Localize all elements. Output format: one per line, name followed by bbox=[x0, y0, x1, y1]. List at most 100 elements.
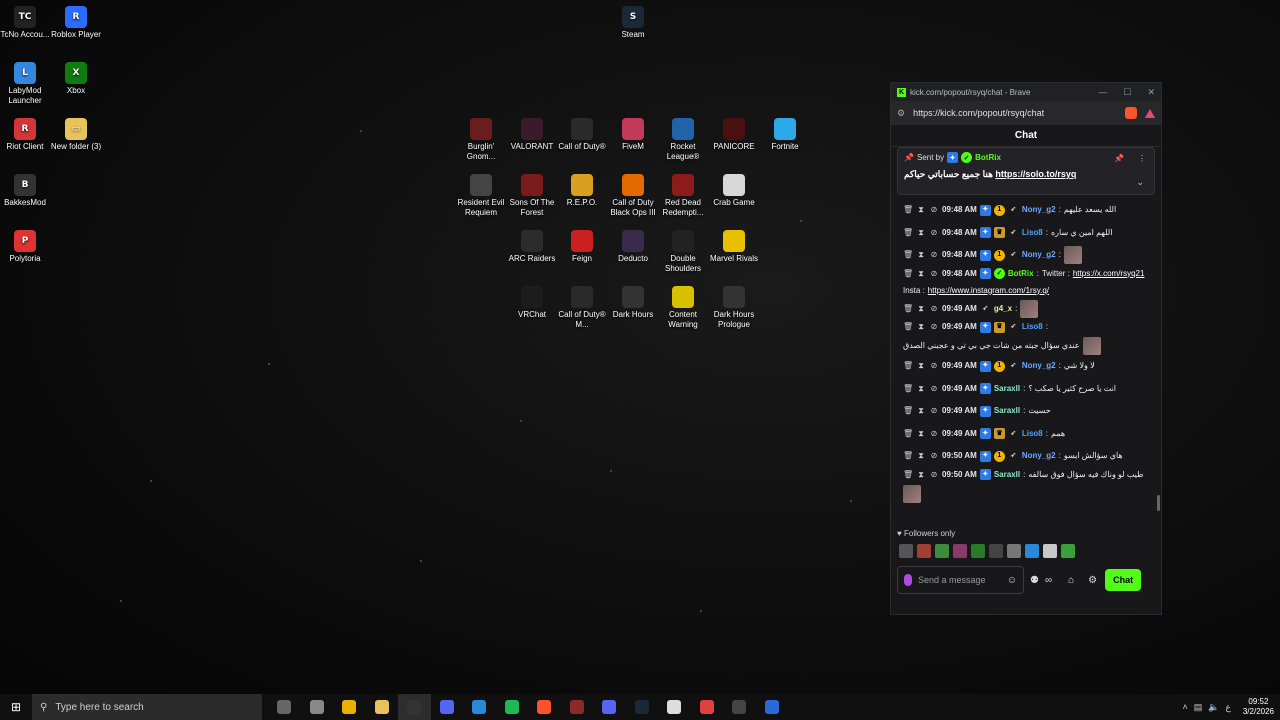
clock[interactable]: 09:52 3/2/2026 bbox=[1243, 697, 1274, 717]
quick-emote[interactable] bbox=[935, 544, 949, 558]
quick-emote[interactable] bbox=[917, 544, 931, 558]
brave-shield-icon[interactable] bbox=[1125, 107, 1137, 119]
more-options-icon[interactable]: ⋮ bbox=[1138, 154, 1146, 163]
desktop-icon-game[interactable]: Dark Hours Prologue bbox=[708, 286, 760, 330]
desktop-icon[interactable]: ▭ New folder (3) bbox=[50, 118, 102, 152]
windows-start-icon[interactable]: ⊞ bbox=[0, 700, 32, 714]
delete-icon[interactable]: 🗑 bbox=[903, 427, 913, 441]
volume-icon[interactable]: 🔈 bbox=[1208, 702, 1219, 713]
delete-icon[interactable]: 🗑 bbox=[903, 248, 913, 262]
desktop-icon-game[interactable]: Sons Of The Forest bbox=[506, 174, 558, 218]
message-username[interactable]: Liso8 bbox=[1022, 427, 1043, 441]
desktop-icon-game[interactable]: Call of Duty Black Ops III bbox=[607, 174, 659, 218]
desktop-icon[interactable]: L LabyMod Launcher bbox=[0, 62, 51, 106]
message-username[interactable]: Nony_g2 bbox=[1022, 248, 1056, 262]
users-icon[interactable]: ⚉ bbox=[1030, 575, 1039, 586]
timeout-icon[interactable]: ⧗ bbox=[916, 359, 926, 373]
desktop-icon[interactable]: X Xbox bbox=[50, 62, 102, 96]
taskbar-app-tcno[interactable] bbox=[723, 694, 756, 720]
taskbar-app-app-blue[interactable] bbox=[756, 694, 789, 720]
desktop-icon-steam[interactable]: S Steam bbox=[607, 6, 659, 40]
desktop-icon-game[interactable]: Call of Duty® bbox=[556, 118, 608, 152]
message-username[interactable]: Nony_g2 bbox=[1022, 449, 1056, 463]
desktop-icon-game[interactable]: Double Shoulders bbox=[657, 230, 709, 274]
ban-icon[interactable]: ⊘ bbox=[929, 404, 939, 418]
ban-icon[interactable]: ⊘ bbox=[929, 449, 939, 463]
message-link[interactable]: https://www.instagram.com/1rsy.q/ bbox=[928, 284, 1049, 298]
message-input[interactable]: Send a message ☺ bbox=[897, 566, 1024, 594]
quick-emote[interactable] bbox=[1043, 544, 1057, 558]
ban-icon[interactable]: ⊘ bbox=[929, 203, 939, 217]
desktop-icon-game[interactable]: Dark Hours bbox=[607, 286, 659, 320]
taskbar-search[interactable]: ⚲ Type here to search bbox=[32, 694, 262, 720]
timeout-icon[interactable]: ⧗ bbox=[916, 449, 926, 463]
timeout-icon[interactable]: ⧗ bbox=[916, 427, 926, 441]
message-username[interactable]: BotRix bbox=[1008, 267, 1034, 281]
ban-icon[interactable]: ⊘ bbox=[929, 382, 939, 396]
store-icon[interactable]: ⌂ bbox=[1068, 575, 1074, 586]
desktop-icon-game[interactable]: ARC Raiders bbox=[506, 230, 558, 264]
message-username[interactable]: Nony_g2 bbox=[1022, 203, 1056, 217]
emoji-icon[interactable]: ☺ bbox=[1007, 575, 1017, 586]
site-settings-icon[interactable]: ⚙ bbox=[897, 108, 905, 119]
delete-icon[interactable]: 🗑 bbox=[903, 359, 913, 373]
taskbar-app-discord[interactable] bbox=[593, 694, 626, 720]
timeout-icon[interactable]: ⧗ bbox=[916, 226, 926, 240]
message-username[interactable]: Saraxll bbox=[994, 404, 1020, 418]
taskbar-app-file-explorer[interactable] bbox=[366, 694, 399, 720]
timeout-icon[interactable]: ⧗ bbox=[916, 203, 926, 217]
network-icon[interactable]: ▤ bbox=[1194, 702, 1203, 713]
timeout-icon[interactable]: ⧗ bbox=[916, 320, 926, 334]
brave-rewards-icon[interactable] bbox=[1145, 108, 1155, 118]
maximize-button[interactable]: ☐ bbox=[1123, 87, 1131, 98]
chat-scrollbar[interactable] bbox=[1157, 495, 1160, 511]
delete-icon[interactable]: 🗑 bbox=[903, 382, 913, 396]
taskbar-app-epic[interactable] bbox=[658, 694, 691, 720]
desktop-icon-game[interactable]: Deducto bbox=[607, 230, 659, 264]
message-username[interactable]: Liso8 bbox=[1022, 320, 1043, 334]
desktop-icon-game[interactable]: Fortnite bbox=[759, 118, 811, 152]
timeout-icon[interactable]: ⧗ bbox=[916, 267, 926, 281]
delete-icon[interactable]: 🗑 bbox=[903, 203, 913, 217]
delete-icon[interactable]: 🗑 bbox=[903, 404, 913, 418]
ban-icon[interactable]: ⊘ bbox=[929, 248, 939, 262]
quick-emote[interactable] bbox=[1025, 544, 1039, 558]
desktop-icon[interactable]: R Roblox Player bbox=[50, 6, 102, 40]
taskbar-app-brave[interactable] bbox=[528, 694, 561, 720]
desktop-icon[interactable]: R Riot Client bbox=[0, 118, 51, 152]
delete-icon[interactable]: 🗑 bbox=[903, 302, 913, 316]
infinity-icon[interactable]: ∞ bbox=[1045, 575, 1052, 586]
desktop-icon-game[interactable]: VRChat bbox=[506, 286, 558, 320]
quick-emote[interactable] bbox=[1007, 544, 1021, 558]
delete-icon[interactable]: 🗑 bbox=[903, 226, 913, 240]
timeout-icon[interactable]: ⧗ bbox=[916, 248, 926, 262]
desktop-icon[interactable]: TC TcNo Accou... bbox=[0, 6, 51, 40]
taskbar-app-settings[interactable] bbox=[301, 694, 334, 720]
message-username[interactable]: Saraxll bbox=[994, 382, 1020, 396]
desktop-icon-game[interactable]: Red Dead Redempti... bbox=[657, 174, 709, 218]
desktop-icon-game[interactable]: FiveM bbox=[607, 118, 659, 152]
timeout-icon[interactable]: ⧗ bbox=[916, 404, 926, 418]
quick-emote[interactable] bbox=[899, 544, 913, 558]
taskbar-app-speedtest[interactable] bbox=[398, 694, 431, 720]
taskbar-app-discord-ptb[interactable] bbox=[431, 694, 464, 720]
desktop-icon-game[interactable]: Marvel Rivals bbox=[708, 230, 760, 264]
desktop-icon-game[interactable]: PANICORE bbox=[708, 118, 760, 152]
message-username[interactable]: g4_x bbox=[994, 302, 1012, 316]
desktop-icon-game[interactable]: Crab Game bbox=[708, 174, 760, 208]
desktop-icon-game[interactable]: VALORANT bbox=[506, 118, 558, 152]
taskbar-app-chrome[interactable] bbox=[333, 694, 366, 720]
quick-emote[interactable] bbox=[1061, 544, 1075, 558]
pinned-link[interactable]: https://solo.to/rsyq bbox=[995, 169, 1076, 179]
message-username[interactable]: Saraxll bbox=[994, 468, 1020, 482]
desktop-icon-game[interactable]: Content Warning bbox=[657, 286, 709, 330]
desktop-icon-game[interactable]: Feign bbox=[556, 230, 608, 264]
ban-icon[interactable]: ⊘ bbox=[929, 226, 939, 240]
quick-emote[interactable] bbox=[989, 544, 1003, 558]
message-username[interactable]: Nony_g2 bbox=[1022, 359, 1056, 373]
pinned-sender[interactable]: BotRix bbox=[975, 153, 1001, 162]
taskbar-app-task-view[interactable] bbox=[268, 694, 301, 720]
desktop-icon-game[interactable]: Burglin' Gnom... bbox=[455, 118, 507, 162]
quick-emote[interactable] bbox=[971, 544, 985, 558]
chevron-down-icon[interactable]: ⌄ bbox=[1136, 177, 1144, 188]
